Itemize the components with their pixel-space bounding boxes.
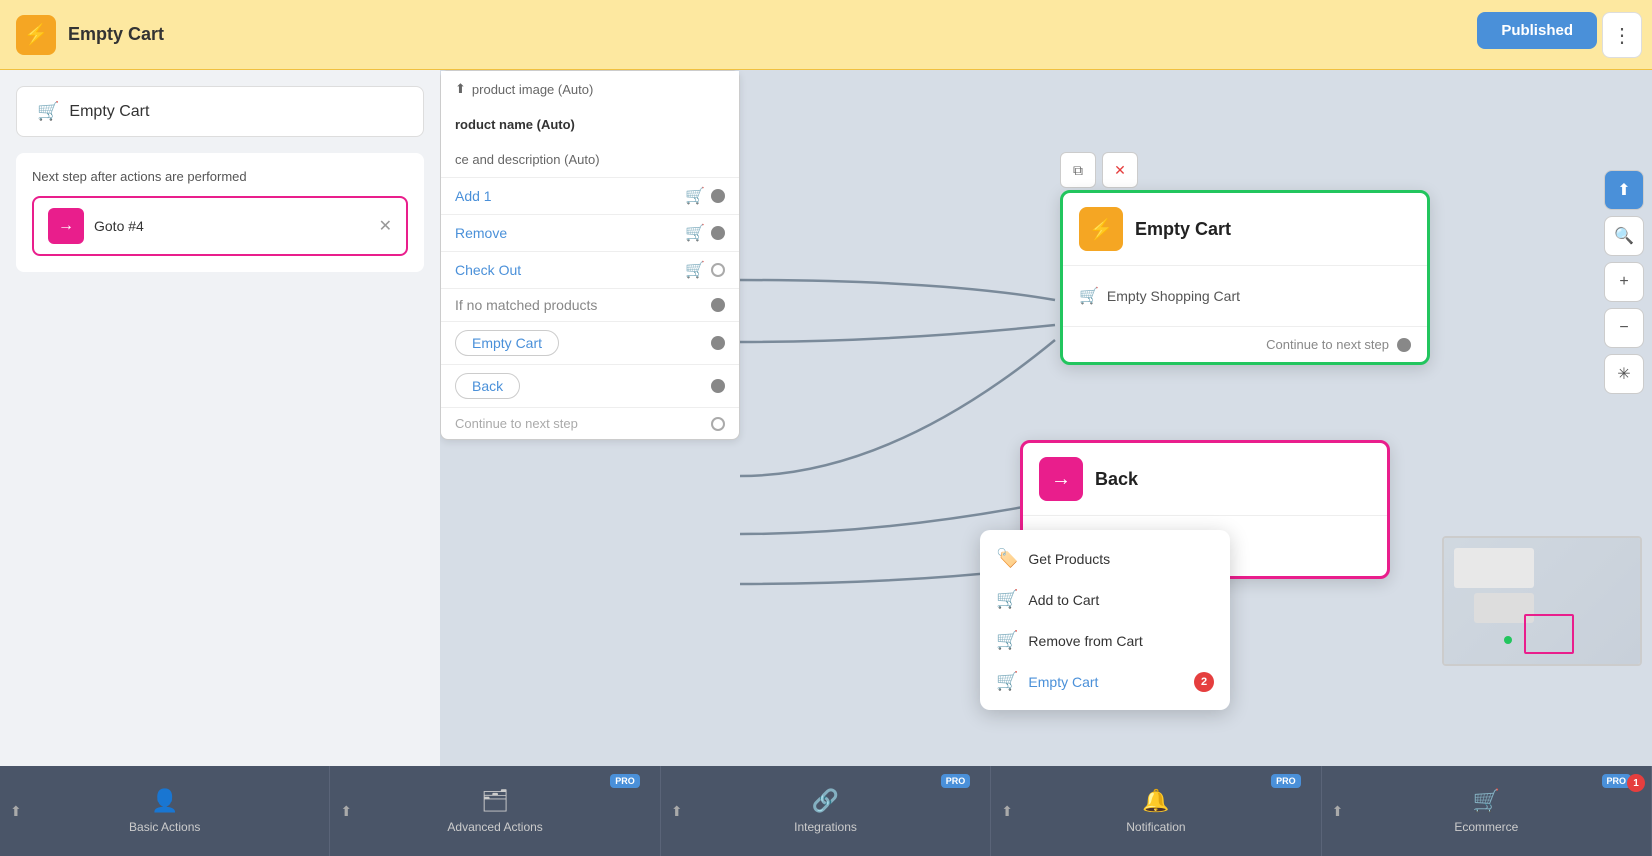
integrations-label: Integrations xyxy=(794,820,857,834)
search-canvas-button[interactable]: 🔍 xyxy=(1604,216,1644,256)
node-controls: ⧉ ✕ xyxy=(1060,152,1138,188)
node-footer: Continue to next step xyxy=(1063,326,1427,362)
basic-actions-icon: 👤 xyxy=(151,788,178,814)
expand-button[interactable]: ⬆ xyxy=(1604,170,1644,210)
integrations-icon: 🔗 xyxy=(812,788,839,814)
remove-from-cart-label: Remove from Cart xyxy=(1028,633,1214,649)
published-button[interactable]: Published xyxy=(1477,12,1597,49)
ecommerce-icon: 🛒 xyxy=(1473,788,1500,814)
delete-button[interactable]: ✕ xyxy=(1102,152,1138,188)
context-empty-cart[interactable]: 🛒 Empty Cart 2 xyxy=(980,661,1230,702)
notification-label: Notification xyxy=(1126,820,1185,834)
continue-item: Continue to next step xyxy=(441,407,739,439)
back-button-flow[interactable]: Back xyxy=(441,364,739,407)
tab-basic-actions[interactable]: ⬆ 👤 Basic Actions xyxy=(0,766,330,856)
node-title: Empty Cart xyxy=(1135,219,1231,240)
next-step-box: Next step after actions are performed → … xyxy=(16,153,424,272)
empty-cart-badge: 2 xyxy=(1194,672,1214,692)
action-label: Empty Shopping Cart xyxy=(1107,288,1240,304)
add-to-cart-label: Add to Cart xyxy=(1028,592,1214,608)
node-header: ⚡ Empty Cart xyxy=(1063,193,1427,266)
left-panel: 🛒 Empty Cart Next step after actions are… xyxy=(0,70,440,766)
node-icon-orange: ⚡ xyxy=(1079,207,1123,251)
notification-arrow-icon: ⬆ xyxy=(1001,803,1013,820)
tab-ecommerce[interactable]: PRO 1 ⬆ 🛒 Ecommerce xyxy=(1322,766,1652,856)
empty-cart-node: ⚡ Empty Cart 🛒 Empty Shopping Cart Conti… xyxy=(1060,190,1430,365)
trigger-label: Empty Cart xyxy=(69,103,149,121)
checkout-item[interactable]: Check Out 🛒 xyxy=(441,251,739,288)
top-bar: ⚡ Empty Cart ≡ xyxy=(0,0,1652,70)
tab-integrations[interactable]: PRO ⬆ 🔗 Integrations xyxy=(661,766,991,856)
app-icon: ⚡ xyxy=(16,15,56,55)
add1-item[interactable]: Add 1 🛒 xyxy=(441,177,739,214)
fit-button[interactable]: ✳ xyxy=(1604,354,1644,394)
ecommerce-label: Ecommerce xyxy=(1454,820,1518,834)
product-desc-header: ce and description (Auto) xyxy=(441,142,739,177)
node-body: 🛒 Empty Shopping Cart xyxy=(1063,266,1427,326)
back-node-header: → Back xyxy=(1023,443,1387,516)
product-image-header: ⬆ product image (Auto) xyxy=(441,71,739,107)
get-products-icon: 🏷️ xyxy=(996,548,1018,569)
basic-arrow-icon: ⬆ xyxy=(10,803,22,820)
minimap xyxy=(1442,536,1642,666)
goto-icon: → xyxy=(48,208,84,244)
get-products-label: Get Products xyxy=(1028,551,1214,567)
ecommerce-count-badge: 1 xyxy=(1627,774,1645,792)
context-add-to-cart[interactable]: 🛒 Add to Cart xyxy=(980,579,1230,620)
integrations-arrow-icon: ⬆ xyxy=(671,803,683,820)
product-name-header: roduct name (Auto) xyxy=(441,107,739,142)
more-options-button[interactable]: ⋮ xyxy=(1602,12,1642,58)
tab-notification[interactable]: PRO ⬆ 🔔 Notification xyxy=(991,766,1321,856)
canvas: ⬆ product image (Auto) roduct name (Auto… xyxy=(440,70,1652,766)
empty-cart-ctx-icon: 🛒 xyxy=(996,671,1018,692)
remove-from-cart-icon: 🛒 xyxy=(996,630,1018,651)
back-node-title: Back xyxy=(1095,469,1138,490)
zoom-in-button[interactable]: + xyxy=(1604,262,1644,302)
duplicate-button[interactable]: ⧉ xyxy=(1060,152,1096,188)
zoom-out-button[interactable]: − xyxy=(1604,308,1644,348)
product-flow-node: ⬆ product image (Auto) roduct name (Auto… xyxy=(440,70,740,440)
advanced-actions-label: Advanced Actions xyxy=(447,820,542,834)
next-step-label: Next step after actions are performed xyxy=(32,169,408,184)
advanced-actions-icon: 🗂 xyxy=(481,788,509,814)
no-match-item[interactable]: If no matched products xyxy=(441,288,739,321)
basic-actions-label: Basic Actions xyxy=(129,820,200,834)
empty-cart-trigger[interactable]: 🛒 Empty Cart xyxy=(16,86,424,137)
page-title: Empty Cart xyxy=(68,24,1623,45)
notification-pro-badge: PRO xyxy=(1271,774,1301,788)
ecommerce-arrow-icon: ⬆ xyxy=(1332,803,1344,820)
remove-item[interactable]: Remove 🛒 xyxy=(441,214,739,251)
back-node-icon: → xyxy=(1039,457,1083,501)
advanced-pro-badge: PRO xyxy=(610,774,640,788)
context-get-products[interactable]: 🏷️ Get Products xyxy=(980,538,1230,579)
context-remove-from-cart[interactable]: 🛒 Remove from Cart xyxy=(980,620,1230,661)
notification-icon: 🔔 xyxy=(1142,788,1169,814)
goto-text: Goto #4 xyxy=(94,218,369,234)
integrations-pro-badge: PRO xyxy=(941,774,971,788)
empty-cart-button-flow[interactable]: Empty Cart xyxy=(441,321,739,364)
empty-cart-ctx-label: Empty Cart xyxy=(1028,674,1184,690)
tab-advanced-actions[interactable]: PRO ⬆ 🗂 Advanced Actions xyxy=(330,766,660,856)
advanced-arrow-icon: ⬆ xyxy=(340,803,352,820)
context-menu: 🏷️ Get Products 🛒 Add to Cart 🛒 Remove f… xyxy=(980,530,1230,710)
right-toolbar: ⬆ 🔍 + − ✳ xyxy=(1604,170,1644,394)
bottom-bar: ⬆ 👤 Basic Actions PRO ⬆ 🗂 Advanced Actio… xyxy=(0,766,1652,856)
goto-box[interactable]: → Goto #4 ✕ xyxy=(32,196,408,256)
cart-icon: 🛒 xyxy=(37,101,59,122)
goto-close-button[interactable]: ✕ xyxy=(379,216,392,236)
action-cart-icon: 🛒 xyxy=(1079,286,1099,306)
node-action: 🛒 Empty Shopping Cart xyxy=(1079,278,1411,314)
add-to-cart-icon: 🛒 xyxy=(996,589,1018,610)
